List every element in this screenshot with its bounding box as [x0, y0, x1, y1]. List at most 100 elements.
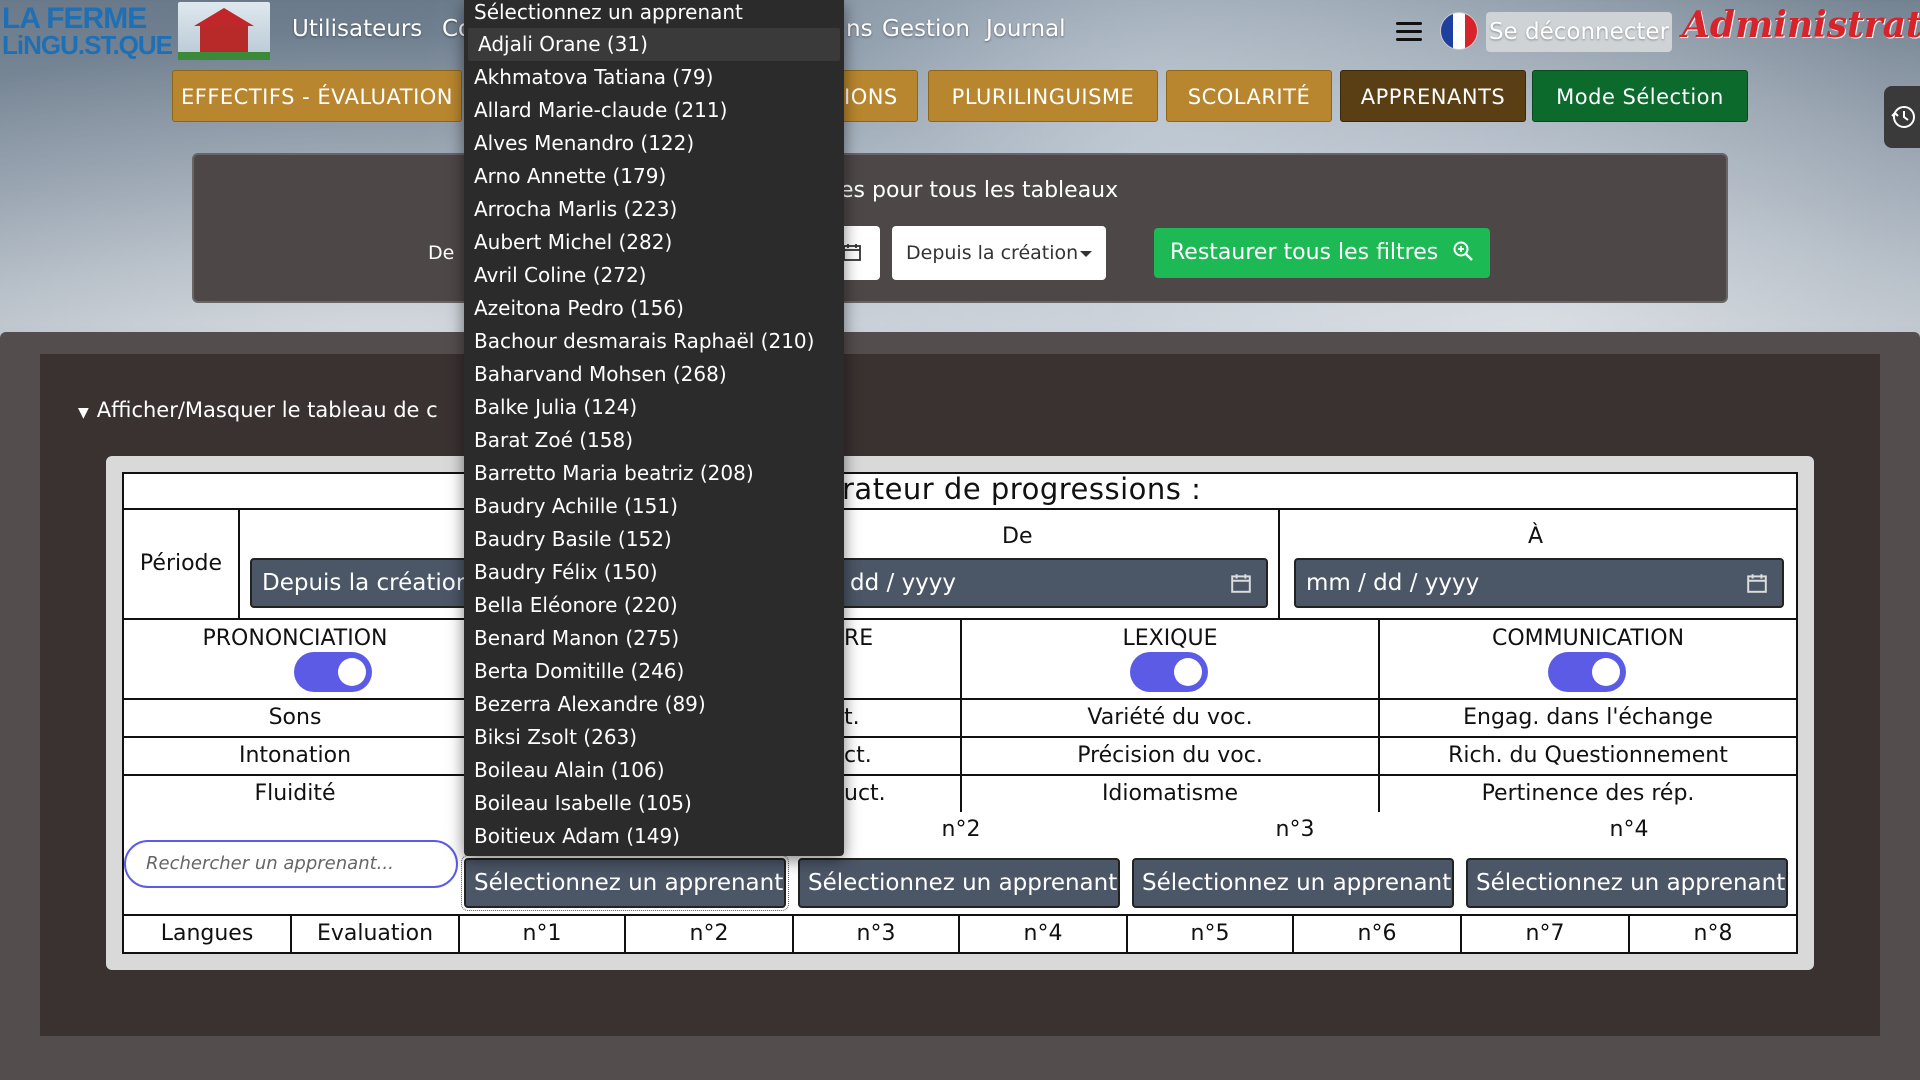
- calendar-icon[interactable]: [1230, 572, 1252, 594]
- slot-header-4: n°4: [1609, 817, 1649, 842]
- dropdown-option[interactable]: Baudry Félix (150): [464, 556, 844, 589]
- section-plurilinguisme-button[interactable]: PLURILINGUISME: [928, 70, 1158, 122]
- top-navbar: LA FERME LiNGU.ST.QUE Utilisateurs Co ns…: [0, 0, 1920, 62]
- footer-n6: n°6: [1292, 914, 1462, 954]
- footer-evaluation: Evaluation: [290, 914, 460, 954]
- filter-period-select[interactable]: Depuis la création: [892, 226, 1106, 280]
- periode-select[interactable]: Depuis la création: [250, 558, 470, 608]
- mode-selection-button[interactable]: Mode Sélection: [1532, 70, 1748, 122]
- toggle-table-label: Afficher/Masquer le tableau de c: [96, 398, 438, 422]
- logout-button[interactable]: Se déconnecter: [1486, 12, 1672, 52]
- learner-select-3[interactable]: Sélectionnez un apprenant: [1132, 858, 1454, 908]
- section-scolarite-button[interactable]: SCOLARITÉ: [1166, 70, 1332, 122]
- criterion-engagement: Engag. dans l'échange: [1378, 698, 1798, 738]
- dropdown-option[interactable]: Aubert Michel (282): [464, 226, 844, 259]
- learner-search-input[interactable]: Rechercher un apprenant...: [124, 840, 458, 888]
- dropdown-option[interactable]: Bezerra Alexandre (89): [464, 688, 844, 721]
- farm-house-icon: [178, 2, 270, 60]
- dropdown-option[interactable]: Barat Zoé (158): [464, 424, 844, 457]
- category-grammaire: RE: [840, 618, 962, 700]
- dropdown-option[interactable]: Baudry Achille (151): [464, 490, 844, 523]
- de-header: De: [1002, 524, 1033, 549]
- criterion-grammar-3: uct.: [840, 774, 962, 814]
- french-flag-icon[interactable]: [1440, 12, 1478, 50]
- calendar-icon[interactable]: [1746, 572, 1768, 594]
- periode-label: Période: [122, 508, 240, 620]
- dropdown-option[interactable]: Bachour desmarais Raphaël (210): [464, 325, 844, 358]
- toggle-prononciation[interactable]: [294, 652, 372, 692]
- toggle-communication[interactable]: [1548, 652, 1626, 692]
- toggle-lexique[interactable]: [1130, 652, 1208, 692]
- criterion-variete-voc: Variété du voc.: [960, 698, 1380, 738]
- restore-filters-button[interactable]: Restaurer tous les filtres: [1154, 228, 1490, 278]
- history-icon: [1891, 106, 1915, 128]
- footer-n4: n°4: [958, 914, 1128, 954]
- section-actions-button[interactable]: IONS: [842, 70, 918, 122]
- category-lexique-label: LEXIQUE: [1122, 626, 1218, 651]
- dropdown-option[interactable]: Bella Eléonore (220): [464, 589, 844, 622]
- dropdown-option[interactable]: Baharvand Mohsen (268): [464, 358, 844, 391]
- dropdown-option[interactable]: Biksi Zsolt (263): [464, 721, 844, 754]
- caret-down-icon: [1080, 251, 1092, 257]
- dropdown-option[interactable]: Adjali Orane (31): [468, 28, 840, 61]
- criterion-grammar-2: ct.: [840, 736, 962, 776]
- section-apprenants-button[interactable]: APPRENANTS: [1340, 70, 1526, 122]
- section-effectifs-button[interactable]: EFFECTIFS - ÉVALUATION: [172, 70, 462, 122]
- dropdown-option[interactable]: Boileau Isabelle (105): [464, 787, 844, 820]
- dropdown-option[interactable]: Azeitona Pedro (156): [464, 292, 844, 325]
- de-date-input[interactable]: dd / yyyy: [840, 558, 1268, 608]
- criterion-questionnement: Rich. du Questionnement: [1378, 736, 1798, 776]
- criterion-sons: Sons: [122, 698, 468, 738]
- dropdown-option[interactable]: Baudry Basile (152): [464, 523, 844, 556]
- dropdown-option[interactable]: Arrocha Marlis (223): [464, 193, 844, 226]
- category-prononciation-label: PRONONCIATION: [202, 626, 388, 651]
- comparator-title: rateur de progressions :: [842, 472, 1202, 506]
- nav-link-gestion[interactable]: Gestion: [882, 16, 970, 42]
- learner-select-1[interactable]: Sélectionnez un apprenant: [461, 855, 789, 911]
- history-tab[interactable]: [1884, 86, 1920, 148]
- a-date-input[interactable]: mm / dd / yyyy: [1294, 558, 1784, 608]
- filter-de-label: De: [428, 242, 455, 264]
- dropdown-option[interactable]: Benard Manon (275): [464, 622, 844, 655]
- restore-filters-label: Restaurer tous les filtres: [1170, 240, 1439, 265]
- dropdown-option[interactable]: Avril Coline (272): [464, 259, 844, 292]
- role-label: Administrateur: [1682, 4, 1920, 46]
- nav-link-utilisateurs[interactable]: Utilisateurs: [292, 16, 422, 42]
- dropdown-option[interactable]: Boileau Alain (106): [464, 754, 844, 787]
- dropdown-option[interactable]: Arno Annette (179): [464, 160, 844, 193]
- dropdown-option[interactable]: Balke Julia (124): [464, 391, 844, 424]
- logo-line2: LiNGU.ST.QUE: [2, 30, 173, 60]
- filter-panel-title: es pour tous les tableaux: [840, 178, 1119, 203]
- learner-select-4[interactable]: Sélectionnez un apprenant: [1466, 858, 1788, 908]
- criterion-pertinence: Pertinence des rép.: [1378, 774, 1798, 814]
- dropdown-option[interactable]: Alves Menandro (122): [464, 127, 844, 160]
- criterion-grammar-1: t.: [840, 698, 962, 738]
- footer-n1: n°1: [458, 914, 626, 954]
- nav-link-partial[interactable]: ns: [846, 16, 873, 42]
- site-logo[interactable]: LA FERME LiNGU.ST.QUE: [0, 0, 272, 62]
- category-prononciation: PRONONCIATION: [122, 618, 468, 700]
- footer-n2: n°2: [624, 914, 794, 954]
- dropdown-option[interactable]: Allard Marie-claude (211): [464, 94, 844, 127]
- triangle-down-icon: ▼: [78, 405, 89, 421]
- dropdown-header-option[interactable]: Sélectionnez un apprenant: [464, 0, 844, 29]
- slot-header-3: n°3: [1275, 817, 1315, 842]
- toggle-table-link[interactable]: ▼ Afficher/Masquer le tableau de c: [78, 398, 438, 422]
- footer-n5: n°5: [1126, 914, 1294, 954]
- nav-link-journal[interactable]: Journal: [986, 16, 1066, 42]
- dropdown-option[interactable]: Akhmatova Tatiana (79): [464, 61, 844, 94]
- dropdown-option[interactable]: Barretto Maria beatriz (208): [464, 457, 844, 490]
- footer-langues: Langues: [122, 914, 292, 954]
- hamburger-icon[interactable]: [1396, 22, 1422, 42]
- criterion-precision-voc: Précision du voc.: [960, 736, 1380, 776]
- dropdown-option[interactable]: Boitieux Adam (149): [464, 820, 844, 853]
- criterion-fluidite: Fluidité: [122, 774, 468, 814]
- footer-n8: n°8: [1628, 914, 1798, 954]
- dropdown-option[interactable]: Berta Domitille (246): [464, 655, 844, 688]
- a-header: À: [1528, 524, 1544, 549]
- calendar-icon[interactable]: [842, 242, 862, 262]
- learner-dropdown-list: Sélectionnez un apprenant Adjali Orane (…: [464, 0, 844, 856]
- footer-n3: n°3: [792, 914, 960, 954]
- slot-header-2: n°2: [941, 817, 981, 842]
- learner-select-2[interactable]: Sélectionnez un apprenant: [798, 858, 1120, 908]
